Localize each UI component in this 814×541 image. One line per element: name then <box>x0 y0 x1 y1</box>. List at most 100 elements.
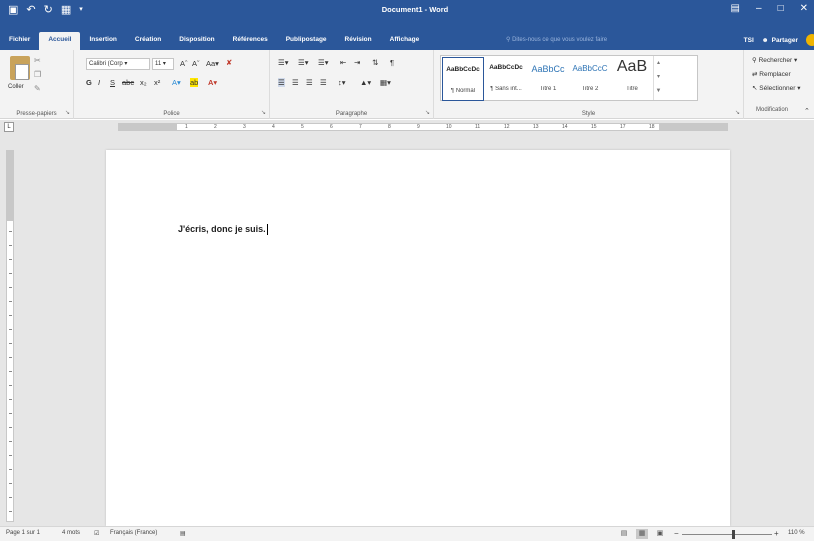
collapse-ribbon-icon[interactable]: ⌃ <box>804 107 810 115</box>
paragraph-launcher-icon[interactable]: ↘ <box>425 109 430 116</box>
ruler-number: 13 <box>533 124 539 130</box>
tab-revision[interactable]: Révision <box>336 32 381 50</box>
clipboard-launcher-icon[interactable]: ↘ <box>65 109 70 116</box>
copy-icon[interactable]: ❐ <box>34 70 44 80</box>
save-icon[interactable]: ▣ <box>8 3 18 17</box>
borders-icon[interactable]: ▦▾ <box>380 78 391 87</box>
bullets-icon[interactable]: ☰▾ <box>278 58 289 67</box>
maximize-icon[interactable]: □ <box>778 3 784 15</box>
italic-button[interactable]: I <box>98 78 100 87</box>
document-body[interactable]: J'écris, donc je suis. <box>178 224 268 236</box>
clipboard-group: Coller ✂ ❐ ✎ Presse-papiers ↘ <box>0 50 74 119</box>
redo-icon[interactable]: ↻ <box>44 3 53 17</box>
ruler-tick <box>9 301 12 302</box>
font-size-combo[interactable]: 11 ▾ <box>152 58 174 70</box>
tab-publipostage[interactable]: Publipostage <box>277 32 336 50</box>
zoom-slider-thumb[interactable] <box>732 530 735 539</box>
ribbon-tab-bar: Fichier Accueil Insertion Création Dispositi… <box>0 20 814 50</box>
change-case-icon[interactable]: Aa▾ <box>206 59 219 68</box>
style-item[interactable]: AaBbCcC Titre 2 <box>569 56 611 100</box>
ribbon-display-icon[interactable]: ▤ <box>731 3 740 15</box>
vertical-ruler[interactable] <box>6 150 14 522</box>
macro-icon[interactable]: ▤ <box>180 530 186 537</box>
show-formatting-icon[interactable]: ¶ <box>390 58 394 67</box>
avatar[interactable] <box>806 34 814 46</box>
page-count[interactable]: Page 1 sur 1 <box>6 530 40 536</box>
tab-references[interactable]: Références <box>224 32 277 50</box>
zoom-level[interactable]: 110 % <box>788 530 805 536</box>
align-left-icon[interactable]: ☰ <box>278 78 285 87</box>
clear-formatting-icon[interactable]: ✘ <box>226 58 232 67</box>
document-page[interactable]: J'écris, donc je suis. <box>106 150 730 526</box>
select-button[interactable]: ↖ Sélectionner ▾ <box>752 84 800 92</box>
web-layout-icon[interactable]: ▣ <box>654 529 666 539</box>
ruler-tick <box>9 371 12 372</box>
tab-insertion[interactable]: Insertion <box>80 32 125 50</box>
style-item[interactable]: AaBbCc Titre 1 <box>527 56 569 100</box>
justify-icon[interactable]: ☰ <box>320 78 327 87</box>
highlight-icon[interactable]: ab <box>190 78 199 87</box>
zoom-out-icon[interactable]: − <box>674 529 679 538</box>
styles-launcher-icon[interactable]: ↘ <box>735 109 740 116</box>
font-name-combo[interactable]: Calibri (Corp ▾ <box>86 58 150 70</box>
zoom-slider-track[interactable] <box>682 534 772 535</box>
tab-fichier[interactable]: Fichier <box>0 32 39 50</box>
styles-scroll-icon[interactable]: ▴ ▾ ▼ <box>653 56 663 100</box>
strikethrough-button[interactable]: abc <box>122 78 134 87</box>
folder-icon[interactable]: ▦ <box>61 3 71 17</box>
print-layout-icon[interactable]: ▦ <box>636 529 648 539</box>
replace-button[interactable]: ⇄ Remplacer <box>752 70 791 78</box>
tab-accueil[interactable]: Accueil <box>39 32 81 50</box>
ruler-number: 17 <box>620 124 626 130</box>
shrink-font-icon[interactable]: Aˇ <box>192 59 200 68</box>
ribbon: Coller ✂ ❐ ✎ Presse-papiers ↘ Calibri (C… <box>0 50 814 119</box>
tab-creation[interactable]: Création <box>126 32 170 50</box>
share-button[interactable]: ☻ Partager <box>762 37 798 44</box>
underline-button[interactable]: S <box>110 78 115 87</box>
font-launcher-icon[interactable]: ↘ <box>261 109 266 116</box>
language-status[interactable]: Français (France) <box>110 530 157 536</box>
undo-icon[interactable]: ↶ <box>26 3 35 17</box>
subscript-icon[interactable]: x₂ <box>140 78 147 87</box>
format-painter-icon[interactable]: ✎ <box>34 84 44 94</box>
text-effects-icon[interactable]: A▾ <box>172 78 181 87</box>
ruler-number: 12 <box>504 124 510 130</box>
tab-selector-icon[interactable]: L <box>4 122 14 132</box>
grow-font-icon[interactable]: Aˆ <box>180 59 188 68</box>
increase-indent-icon[interactable]: ⇥ <box>354 58 360 67</box>
paragraph-group: ☰▾ ☰▾ ☰▾ ⇤ ⇥ ⇅ ¶ ☰ ☰ ☰ ☰ ↕▾ ▲▾ ▦▾ Paragr… <box>270 50 434 119</box>
sort-icon[interactable]: ⇅ <box>372 58 378 67</box>
find-button[interactable]: ⚲ Rechercher ▾ <box>752 56 797 64</box>
word-count[interactable]: 4 mots <box>62 530 80 536</box>
tab-affichage[interactable]: Affichage <box>381 32 429 50</box>
align-right-icon[interactable]: ☰ <box>306 78 313 87</box>
ruler-number: 18 <box>649 124 655 130</box>
font-color-icon[interactable]: A▾ <box>208 78 217 87</box>
style-item[interactable]: AaBbCcDc ¶ Sans int... <box>485 56 527 100</box>
proofing-icon[interactable]: ☑ <box>94 530 99 537</box>
close-icon[interactable]: ✕ <box>800 3 808 15</box>
bold-button[interactable]: G <box>86 78 92 87</box>
numbering-icon[interactable]: ☰▾ <box>298 58 309 67</box>
ruler-track[interactable]: 1 2 3 4 5 6 7 8 9 10 11 12 13 14 15 17 18 <box>118 123 728 131</box>
user-initials[interactable]: TSI <box>744 37 754 44</box>
shading-icon[interactable]: ▲▾ <box>360 78 371 87</box>
ruler-tick <box>9 245 12 246</box>
style-item[interactable]: AaBbCcDc ¶ Normal <box>442 57 484 101</box>
tell-me-search[interactable]: ⚲ Dites-nous ce que vous voulez faire <box>506 36 607 43</box>
paste-icon[interactable] <box>10 56 30 80</box>
align-center-icon[interactable]: ☰ <box>292 78 299 87</box>
paste-button[interactable]: Coller <box>8 84 24 90</box>
tab-disposition[interactable]: Disposition <box>170 32 223 50</box>
superscript-icon[interactable]: x² <box>154 78 160 87</box>
line-spacing-icon[interactable]: ↕▾ <box>338 78 346 87</box>
ruler-number: 9 <box>417 124 420 130</box>
style-item[interactable]: AaB Titre <box>611 56 653 100</box>
zoom-in-icon[interactable]: + <box>774 529 779 538</box>
read-mode-icon[interactable]: ▤ <box>618 529 630 539</box>
multilevel-list-icon[interactable]: ☰▾ <box>318 58 329 67</box>
decrease-indent-icon[interactable]: ⇤ <box>340 58 346 67</box>
minimize-icon[interactable]: – <box>756 3 762 15</box>
cut-icon[interactable]: ✂ <box>34 56 44 66</box>
customize-qat-icon[interactable]: ▾ <box>79 3 83 17</box>
